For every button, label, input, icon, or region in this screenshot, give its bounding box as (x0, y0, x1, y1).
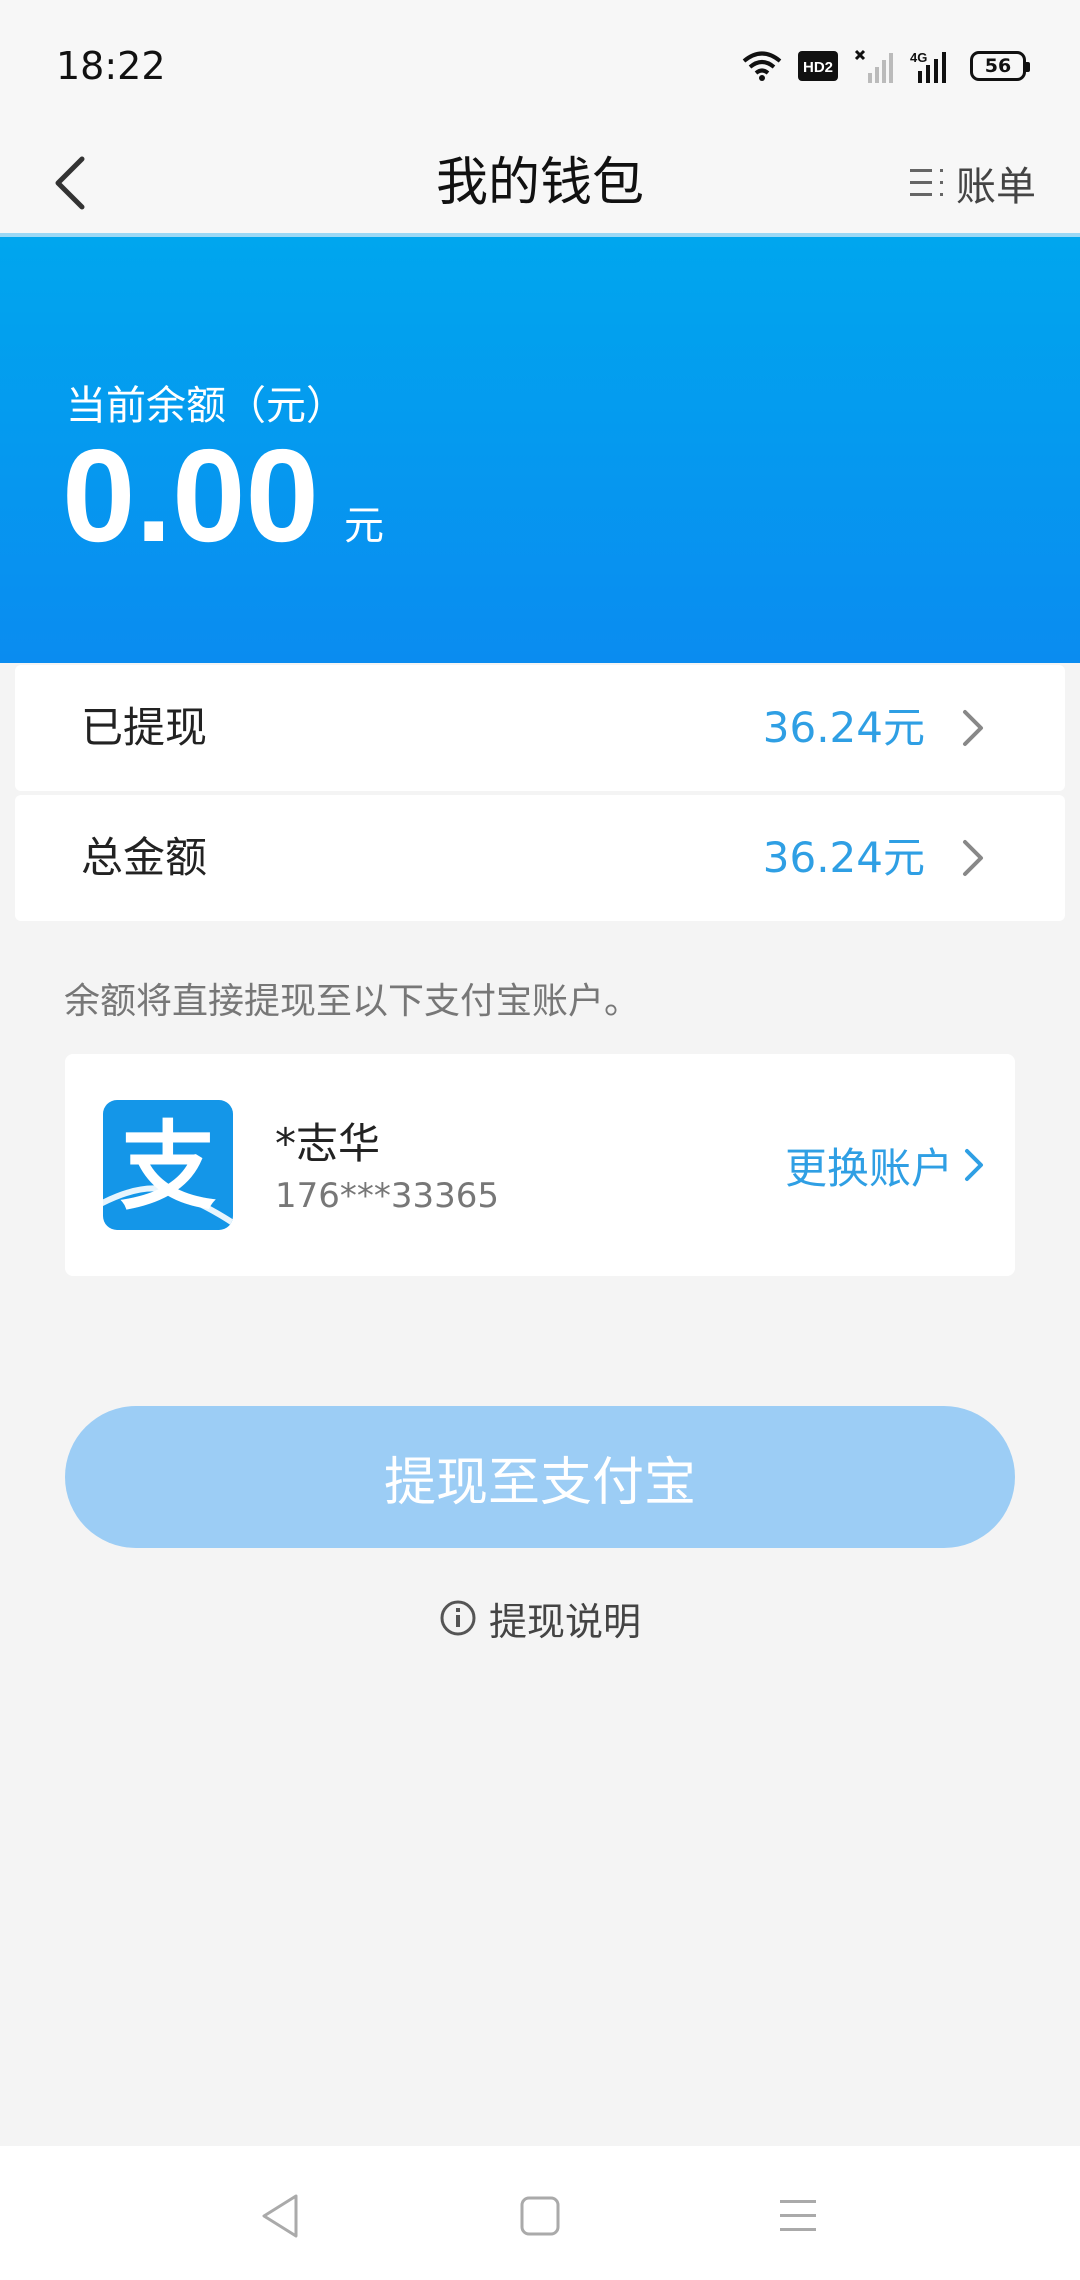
bill-label: 账单 (956, 164, 1036, 210)
withdraw-info-link[interactable]: 提现说明 (0, 1590, 1080, 1646)
hd-label: HD2 (803, 59, 833, 76)
nav-back-icon (262, 2194, 298, 2238)
balance-amount: 0.00 (62, 422, 319, 569)
info-icon (440, 1600, 476, 1636)
chevron-right-icon (963, 710, 983, 746)
total-label: 总金额 (81, 833, 208, 882)
network-label: 4G (910, 50, 927, 65)
bill-button[interactable]: 账单 (908, 130, 1036, 236)
status-icons: HD2 4G 56 (742, 46, 1030, 86)
nav-back-button[interactable] (240, 2176, 320, 2256)
change-account-label: 更换账户 (784, 1143, 953, 1193)
status-bar: 18:22 HD2 4G 56 (0, 0, 1080, 130)
system-nav-bar (0, 2146, 1080, 2280)
nav-menu-icon (780, 2200, 816, 2231)
withdraw-hint: 余额将直接提现至以下支付宝账户。 (64, 981, 641, 1022)
account-name: *志华 (275, 1119, 381, 1168)
withdrawn-value: 36.24元 (762, 703, 925, 752)
withdraw-info-label: 提现说明 (488, 1599, 641, 1644)
withdrawn-label: 已提现 (81, 703, 208, 752)
balance-banner: 当前余额（元） 0.00 元 (0, 237, 1080, 663)
battery-icon: 56 (970, 51, 1030, 81)
alipay-account-card: 支 *志华 176***33365 更换账户 (65, 1054, 1015, 1276)
chevron-right-icon (963, 840, 983, 876)
withdraw-to-alipay-button[interactable]: 提现至支付宝 (65, 1406, 1015, 1548)
change-account-button[interactable]: 更换账户 (785, 1054, 989, 1276)
signal-4g-icon: 4G (910, 50, 946, 83)
nav-menu-button[interactable] (758, 2176, 838, 2256)
account-phone: 176***33365 (275, 1176, 500, 1216)
withdrawn-row[interactable]: 已提现 36.24元 (15, 665, 1065, 791)
alipay-logo-icon: 支 (103, 1100, 233, 1230)
nav-home-icon (520, 2196, 560, 2236)
list-icon (910, 169, 943, 196)
balance-unit: 元 (344, 503, 384, 549)
status-time: 18:22 (56, 44, 166, 88)
wifi-icon (742, 51, 782, 81)
chevron-right-icon (965, 1149, 983, 1181)
total-row[interactable]: 总金额 36.24元 (15, 795, 1065, 921)
total-value: 36.24元 (762, 833, 925, 882)
nav-home-button[interactable] (500, 2176, 580, 2256)
signal-no-sim-icon (854, 49, 893, 83)
hd-icon: HD2 (798, 51, 838, 81)
header: 我的钱包 账单 (0, 130, 1080, 236)
